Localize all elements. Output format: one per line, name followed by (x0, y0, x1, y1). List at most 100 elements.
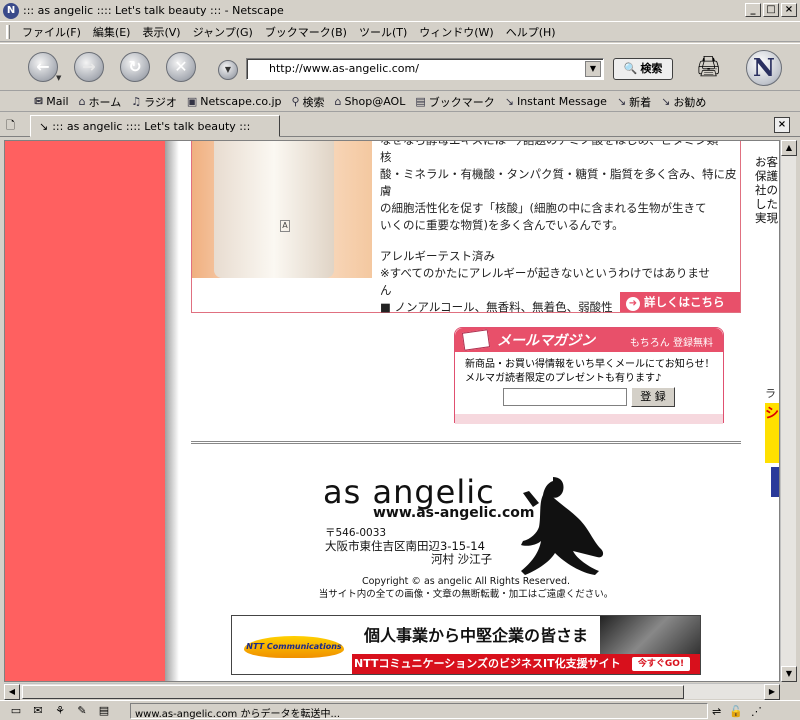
scroll-up-icon[interactable]: ▲ (781, 140, 797, 156)
menu-bar: ファイル(F) 編集(E) 表示(V) ジャンプ(G) ブックマーク(B) ツー… (0, 22, 800, 42)
banner-red-strip: NTTコミュニケーションズのビジネスIT化支援サイト 今すぐGO! (352, 654, 700, 674)
link-label: Instant Message (516, 95, 607, 108)
product-image: A (192, 141, 372, 278)
link-label: Netscape.co.jp (200, 95, 282, 108)
ntt-logo-area: NTT Communications (232, 616, 352, 674)
right-col-line: した (755, 197, 778, 211)
product-description: なぜなら酵母エキスには"今話題のアミノ酸をはじめ、ビタミン類・核 酸・ミネラル・… (380, 140, 738, 316)
page-icon: ↘ (39, 120, 49, 133)
menu-file[interactable]: ファイル(F) (16, 24, 87, 40)
banner-headline: 個人事業から中堅企業の皆さま (364, 626, 589, 645)
toolbar-link-home[interactable]: ⌂ ホーム (79, 94, 122, 110)
tab-strip: 🗋 ↘::: as angelic :::: Let's talk beauty… (0, 113, 800, 137)
mail-magazine-description: 新商品・お買い得情報をいち早くメールにてお知らせ！メルマガ読者限定のプレゼントも… (465, 359, 715, 384)
reload-button[interactable]: ↻ (120, 52, 150, 82)
aim-icon[interactable]: ⚘ (52, 704, 68, 718)
bottle-shape (214, 141, 334, 278)
banner-go-button[interactable]: 今すぐGO! (632, 657, 690, 671)
toolbar-link-search[interactable]: ⚲ 検索 (291, 94, 324, 110)
back-button[interactable]: ← (28, 52, 58, 82)
toolbar-link-bookmarks[interactable]: ▤ ブックマーク (415, 94, 494, 110)
scroll-right-icon[interactable]: ▶ (764, 684, 780, 700)
ranking-banner-2[interactable] (771, 467, 779, 497)
scroll-down-icon[interactable]: ▼ (781, 666, 797, 682)
toolbar-link-recommend[interactable]: ↘ お勧め (661, 94, 706, 110)
back-arrow-icon: ← (36, 57, 50, 76)
composer-icon[interactable]: ✎ (74, 704, 90, 718)
link-label: 検索 (302, 95, 325, 109)
product-text-line: なぜなら酵母エキスには"今話題のアミノ酸をはじめ、ビタミン類・核 (380, 140, 730, 164)
netscape-app-icon: N (3, 2, 19, 19)
menu-bookmarks[interactable]: ブックマーク(B) (259, 24, 353, 40)
forward-button[interactable]: → (74, 52, 104, 82)
ranking-banner[interactable]: シ (765, 403, 779, 463)
search-button-label: 検索 (640, 62, 663, 75)
right-col-line: 社の (755, 183, 778, 197)
toolbar-link-radio[interactable]: ♫ ラジオ (131, 94, 177, 110)
menu-view[interactable]: 表示(V) (136, 24, 186, 40)
menu-go[interactable]: ジャンプ(G) (187, 24, 259, 40)
maximize-button[interactable]: □ (763, 3, 779, 17)
mail-status-icon[interactable]: ✉ (30, 704, 46, 718)
page-viewport: A なぜなら酵母エキスには"今話題のアミノ酸をはじめ、ビタミン類・核 酸・ミネラ… (4, 140, 780, 682)
product-text-line: 酸・ミネラル・有機酸・タンパク質・糖質・脂質を多く含み、特に皮膚 (380, 167, 737, 198)
contact-name: 河村 沙江子 (431, 552, 493, 566)
horizontal-scroll-thumb[interactable] (22, 685, 684, 699)
forward-arrow-icon: → (82, 57, 96, 76)
menu-tools[interactable]: ツール(T) (353, 24, 413, 40)
register-button[interactable]: 登 録 (631, 387, 675, 407)
menu-window[interactable]: ウィンドウ(W) (413, 24, 499, 40)
scroll-left-icon[interactable]: ◀ (4, 684, 20, 700)
url-field[interactable]: http://www.as-angelic.com/ ▼ (246, 58, 604, 80)
navigator-icon[interactable]: ▭ (8, 704, 24, 718)
banner-subtext: NTTコミュニケーションズのビジネスIT化支援サイト (354, 657, 621, 670)
copyright-notice: 当サイト内の全ての画像・文章の無断転載・加工はご遠慮ください。 (318, 589, 614, 600)
menu-edit[interactable]: 編集(E) (87, 24, 137, 40)
toolbar-grip (6, 24, 10, 39)
toolbar-link-new[interactable]: ↘ 新着 (617, 94, 651, 110)
minimize-button[interactable]: _ (745, 3, 761, 17)
detail-link-button[interactable]: ➜ 詳しくはこちら (620, 292, 740, 312)
allergy-note: ※すべてのかたにアレルギーが起きないというわけではありませ (380, 266, 711, 280)
bookmark-icon: ▤ (415, 95, 426, 108)
search-icon: ⚲ (291, 95, 300, 108)
security-icon[interactable]: 🔓 (729, 705, 743, 718)
addressbook-icon[interactable]: ▤ (96, 704, 112, 718)
mail-magazine-box: メールマガジン もちろん 登録無料 新商品・お買い得情報をいち早くメールにてお知… (454, 327, 724, 424)
url-dropdown-icon[interactable]: ▼ (585, 61, 601, 77)
horizontal-rule (191, 441, 741, 444)
toolbar-link-mail[interactable]: ✉ Mail (34, 95, 69, 108)
email-field[interactable] (503, 388, 627, 406)
netscape-logo[interactable]: N (746, 50, 782, 86)
menu-help[interactable]: ヘルプ(H) (500, 24, 562, 40)
close-tab-button[interactable]: × (774, 117, 790, 133)
link-label: 新着 (629, 95, 652, 109)
tab-as-angelic[interactable]: ↘::: as angelic :::: Let's talk beauty :… (30, 115, 280, 137)
right-col-line: お客 (755, 155, 778, 169)
copyright-block: Copyright © as angelic All Rights Reserv… (191, 575, 741, 601)
stop-button[interactable]: ✕ (166, 52, 196, 82)
toolbar-link-im[interactable]: ↘ Instant Message (505, 95, 607, 108)
url-history-dropdown-icon[interactable]: ▼ (218, 60, 238, 80)
print-icon[interactable]: 🖨 (696, 54, 726, 82)
my-icon: ▣ (186, 95, 198, 108)
ntt-ad-banner[interactable]: NTT Communications 個人事業から中堅企業の皆さま NTTコミュ… (231, 615, 701, 675)
link-label: Shop@AOL (344, 95, 406, 108)
toolbar-link-shop[interactable]: ⌂ Shop@AOL (335, 95, 406, 108)
back-dropdown-icon[interactable]: ▼ (56, 74, 66, 82)
product-text-line: の細胞活性化を促す「核酸」(細胞の中に含まれる生物が生きて (380, 201, 707, 215)
mail-icon: ✉ (34, 95, 44, 108)
copyright-text: Copyright © as angelic All Rights Reserv… (361, 576, 570, 587)
link-label: ラジオ (144, 95, 177, 109)
online-status-icon[interactable]: ⇌ (712, 705, 721, 718)
link-label: ホーム (88, 95, 122, 109)
toolbar-link-netscape[interactable]: ▣ Netscape.co.jp (187, 95, 282, 108)
close-button[interactable]: × (781, 3, 797, 17)
new-tab-icon[interactable]: 🗋 (6, 117, 24, 133)
search-button[interactable]: 🔍 検索 (613, 58, 673, 80)
ntt-logo: NTT Communications (244, 636, 344, 658)
vertical-scrollbar[interactable]: ▲ ▼ (780, 140, 797, 682)
product-box: A なぜなら酵母エキスには"今話題のアミノ酸をはじめ、ビタミン類・核 酸・ミネラ… (191, 140, 741, 316)
horizontal-scrollbar[interactable]: ◀ ▶ (4, 683, 780, 700)
link-icon: ↘ (616, 95, 627, 108)
